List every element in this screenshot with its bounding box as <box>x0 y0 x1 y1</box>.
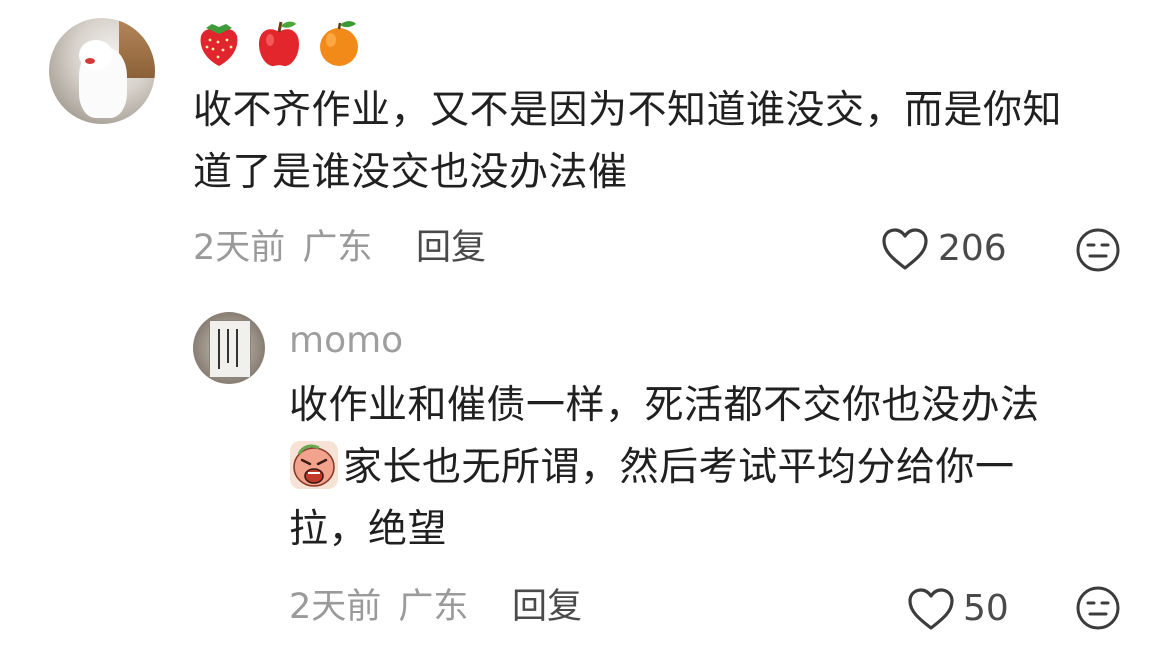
neutral-face-icon[interactable] <box>1074 584 1122 632</box>
apple-emoji-icon <box>259 21 299 67</box>
heart-outline-icon[interactable] <box>906 586 956 632</box>
comment-text-line: 道了是谁没交也没办法催 <box>193 150 628 195</box>
reply-button[interactable]: 回复 <box>416 228 486 268</box>
comment-location: 广东 <box>302 228 373 268</box>
reply-reply-button[interactable]: 回复 <box>512 587 582 627</box>
cat-head <box>79 40 113 70</box>
comment-meta: 2天前 广东 <box>193 228 372 268</box>
like-count: 206 <box>938 228 1007 269</box>
reply-text-line: 收作业和催债一样，死活都不交你也没办法 <box>289 383 1040 428</box>
reply-location: 广东 <box>398 587 469 627</box>
reply-time: 2天前 <box>289 587 382 627</box>
comment-text-line: 收不齐作业，又不是因为不知道谁没交，而是你知 <box>193 88 1063 133</box>
reply-body: 收作业和催债一样，死活都不交你也没办法 家长也无所谓，然后考试平均分给你一 拉，… <box>289 375 1040 561</box>
reply-meta: 2天前 广东 <box>289 587 468 627</box>
calligraphy-scroll <box>209 320 251 378</box>
tangerine-emoji-icon <box>320 21 358 66</box>
neutral-face-icon[interactable] <box>1074 226 1122 274</box>
crying-face-sticker-icon <box>290 441 338 489</box>
comment-time: 2天前 <box>193 228 286 268</box>
reply-text-line-with-sticker: 家长也无所谓，然后考试平均分给你一 <box>289 437 1040 499</box>
comment-body: 收不齐作业，又不是因为不知道谁没交，而是你知 道了是谁没交也没办法催 <box>193 80 1062 204</box>
reply-like-count: 50 <box>963 588 1009 629</box>
cat-mouth <box>85 58 95 64</box>
heart-outline-icon[interactable] <box>880 226 930 272</box>
reply-user-avatar[interactable] <box>193 312 265 384</box>
strawberry-emoji-icon <box>200 24 238 66</box>
user-avatar[interactable] <box>49 18 155 124</box>
reply-username[interactable]: momo <box>289 321 403 361</box>
reply-text-line: 拉，绝望 <box>289 507 448 552</box>
reply-text-line: 家长也无所谓，然后考试平均分给你一 <box>343 445 1015 490</box>
